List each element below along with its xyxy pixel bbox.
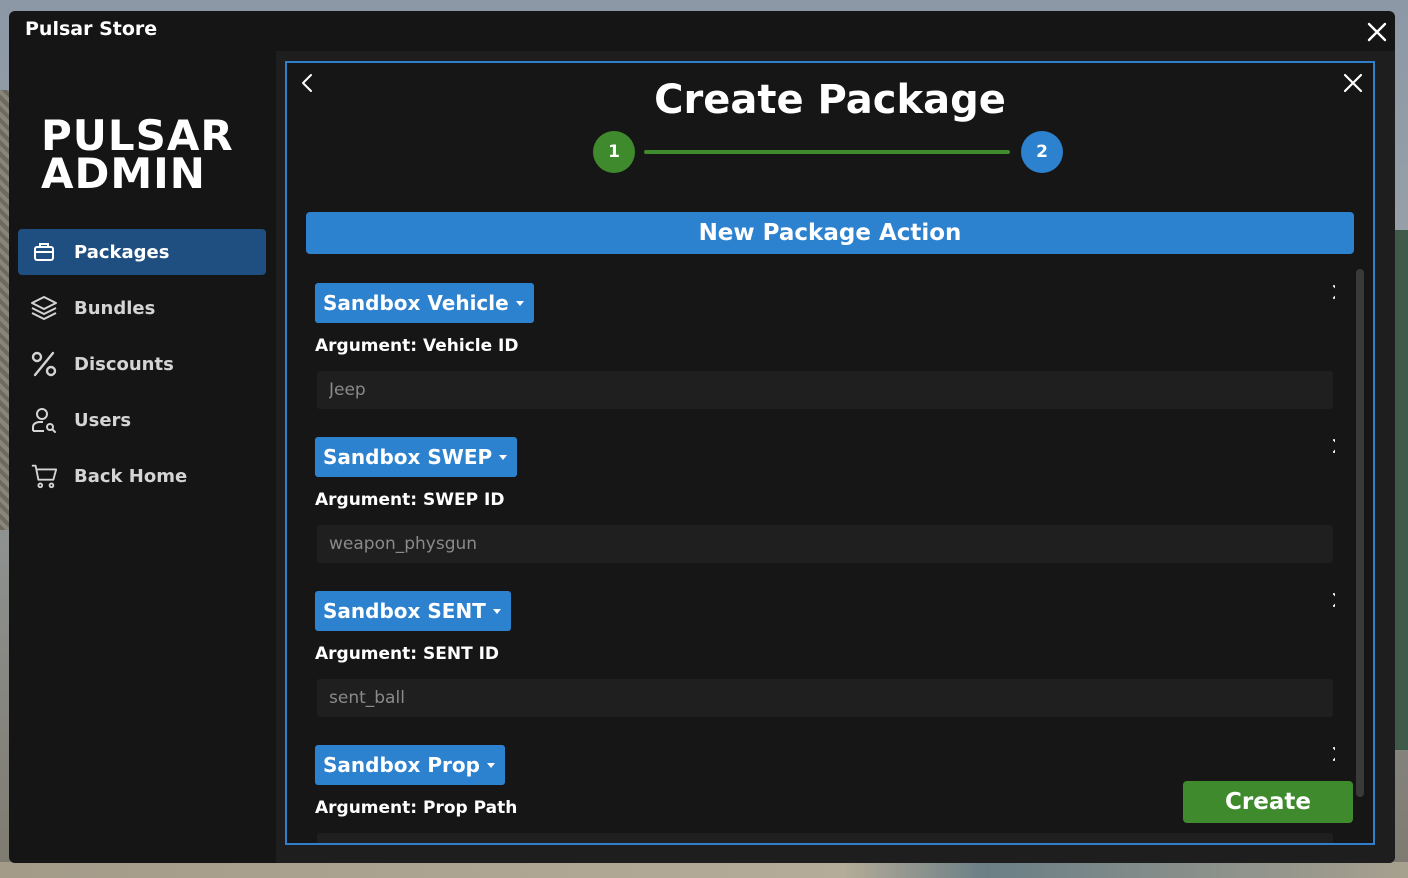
action-type-dropdown[interactable]: Sandbox Prop xyxy=(315,745,505,785)
remove-action-button[interactable] xyxy=(1331,283,1335,301)
create-package-modal: Create Package 1 2 New Package Action Sa… xyxy=(285,61,1375,845)
action-item: Sandbox SENT Argument: SENT ID xyxy=(315,591,1335,745)
argument-label: Argument: Vehicle ID xyxy=(315,336,519,356)
layers-icon xyxy=(30,294,58,322)
sidebar-item-label: Back Home xyxy=(74,465,188,487)
user-search-icon xyxy=(30,406,58,434)
argument-label: Argument: SWEP ID xyxy=(315,490,505,510)
sidebar-item-label: Bundles xyxy=(74,297,156,319)
sidebar-item-back-home[interactable]: Back Home xyxy=(18,453,266,499)
close-icon xyxy=(1333,439,1335,453)
caret-down-icon xyxy=(499,454,508,460)
action-type-dropdown[interactable]: Sandbox SENT xyxy=(315,591,511,631)
argument-input[interactable] xyxy=(317,371,1333,409)
argument-input[interactable] xyxy=(317,833,1333,843)
action-type-label: Sandbox Vehicle xyxy=(323,291,509,315)
close-icon xyxy=(1333,747,1335,761)
sidebar-item-packages[interactable]: Packages xyxy=(18,229,266,275)
action-type-dropdown[interactable]: Sandbox Vehicle xyxy=(315,283,534,323)
action-type-label: Sandbox SENT xyxy=(323,599,486,623)
percent-icon xyxy=(30,350,58,378)
package-icon xyxy=(30,238,58,266)
modal-title: Create Package xyxy=(654,77,1006,123)
action-type-label: Sandbox SWEP xyxy=(323,445,493,469)
step-indicator-2: 2 xyxy=(1021,131,1063,173)
close-icon xyxy=(1333,285,1335,299)
action-item: Sandbox Prop Argument: Prop Path xyxy=(315,745,1335,843)
sidebar: PULSAR ADMIN Packages Bundles Discounts … xyxy=(9,51,277,863)
window-close-button[interactable] xyxy=(1365,20,1389,44)
store-window: Pulsar Store PULSAR ADMIN Packages Bundl… xyxy=(9,11,1395,863)
sidebar-item-bundles[interactable]: Bundles xyxy=(18,285,266,331)
sidebar-item-discounts[interactable]: Discounts xyxy=(18,341,266,387)
window-title: Pulsar Store xyxy=(25,18,158,40)
sidebar-item-users[interactable]: Users xyxy=(18,397,266,443)
sidebar-item-label: Users xyxy=(74,409,132,431)
cart-icon xyxy=(30,462,58,490)
caret-down-icon xyxy=(486,762,495,768)
argument-label: Argument: SENT ID xyxy=(315,644,500,664)
step-indicator-1: 1 xyxy=(593,131,635,173)
create-button[interactable]: Create xyxy=(1183,781,1353,823)
action-type-label: Sandbox Prop xyxy=(323,753,480,777)
action-type-dropdown[interactable]: Sandbox SWEP xyxy=(315,437,518,477)
argument-input[interactable] xyxy=(317,525,1333,563)
remove-action-button[interactable] xyxy=(1331,745,1335,763)
action-item: Sandbox SWEP Argument: SWEP ID xyxy=(315,437,1335,591)
sidebar-item-label: Packages xyxy=(74,241,170,263)
argument-input[interactable] xyxy=(317,679,1333,717)
action-list: Sandbox Vehicle Argument: Vehicle ID San… xyxy=(315,283,1335,843)
pulsar-admin-logo: PULSAR ADMIN xyxy=(41,115,234,198)
logo-line-2: ADMIN xyxy=(41,149,206,198)
close-icon xyxy=(1367,22,1387,42)
close-icon xyxy=(1333,593,1335,607)
argument-label: Argument: Prop Path xyxy=(315,798,518,818)
action-item: Sandbox Vehicle Argument: Vehicle ID xyxy=(315,283,1335,437)
background-scenery-right xyxy=(1394,230,1408,750)
scrollbar[interactable] xyxy=(1356,269,1364,797)
step-progress-line xyxy=(644,150,1010,154)
remove-action-button[interactable] xyxy=(1331,437,1335,455)
caret-down-icon xyxy=(492,608,501,614)
remove-action-button[interactable] xyxy=(1331,591,1335,609)
main-content: Create Package 1 2 New Package Action Sa… xyxy=(276,51,1395,863)
sidebar-item-label: Discounts xyxy=(74,353,174,375)
caret-down-icon xyxy=(515,300,524,306)
sidebar-nav: Packages Bundles Discounts Users Back Ho… xyxy=(18,229,266,509)
background-scenery-bottom xyxy=(0,862,1408,878)
new-package-action-button[interactable]: New Package Action xyxy=(306,212,1354,254)
